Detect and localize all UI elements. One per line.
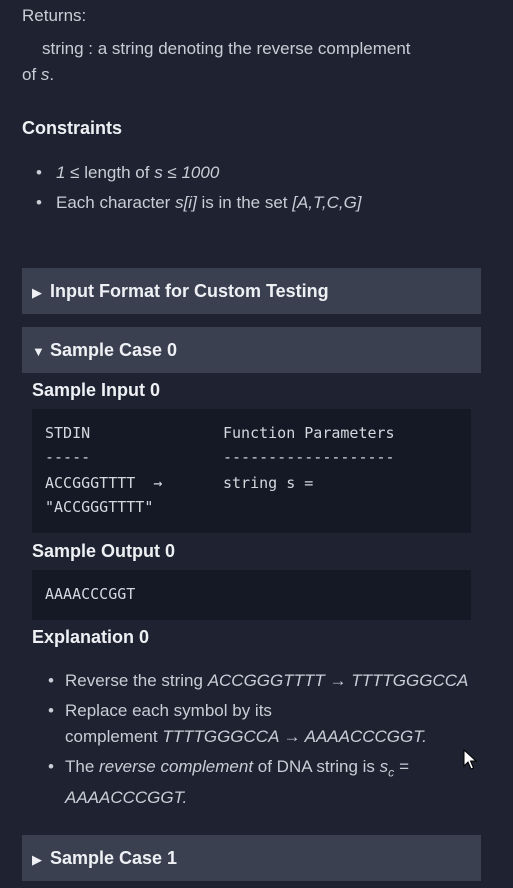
code-cell: "ACCGGGTTTT" — [45, 498, 154, 516]
code-row: ACCGGGTTTT → string s = — [45, 471, 458, 495]
sample-input-heading: Sample Input 0 — [32, 380, 161, 400]
expl-math: = — [394, 757, 409, 776]
returns-description: string : a string denoting the reverse c… — [22, 36, 492, 88]
triangle-right-icon: ▶ — [32, 852, 42, 867]
expl-text: of DNA string is — [253, 757, 380, 776]
returns-of: of — [22, 65, 41, 84]
code-cell: string s = — [223, 474, 314, 492]
explanation-heading: Explanation 0 — [32, 627, 150, 647]
triangle-right-icon: ▶ — [32, 285, 42, 300]
code-cell: AAAACCCGGT — [45, 585, 136, 603]
mouse-cursor-icon — [463, 749, 477, 770]
expl-text: Reverse the string — [65, 671, 208, 690]
constraint-text: Each character — [56, 193, 176, 212]
returns-type: string — [42, 39, 84, 58]
returns-desc: a string denoting the reverse complement — [97, 39, 411, 58]
constraint-item: Each character s[i] is in the set [A,T,C… — [36, 188, 362, 218]
sample-output-heading: Sample Output 0 — [32, 541, 176, 561]
code-cell: ----- — [45, 448, 91, 466]
explanation-list: Reverse the string ACCGGGTTTT → TTTTGGGC… — [48, 668, 478, 815]
accordion-label: Input Format for Custom Testing — [50, 281, 329, 301]
expl-text: The — [65, 757, 100, 776]
expl-math: s — [379, 757, 389, 776]
expl-math: AAAACCCGGT. — [65, 788, 188, 808]
code-cell: ------------------- — [223, 448, 395, 466]
constraint-math: s[i] — [175, 193, 197, 212]
code-cell: ACCGGGTTTT → — [45, 471, 223, 495]
constraint-math: [A,T,C,G] — [292, 193, 362, 212]
expl-math: reverse complement — [99, 757, 254, 776]
explanation-item: The reverse complement of DNA string is … — [48, 754, 478, 811]
code-cell: STDIN — [45, 424, 91, 442]
code-row: STDIN Function Parameters — [45, 421, 458, 445]
expl-text: complement — [65, 727, 163, 746]
expl-math: ACCGGGTTTT → TTTTGGGCCA — [207, 671, 469, 690]
constraint-item: 1 ≤ length of s ≤ 1000 — [36, 158, 362, 188]
constraint-text: length of — [79, 163, 155, 182]
sample-case-0-accordion[interactable]: ▼ Sample Case 0 — [22, 327, 481, 373]
accordion-label: Sample Case 0 — [50, 340, 178, 360]
returns-sep: : — [83, 39, 98, 58]
returns-label: Returns: — [22, 6, 87, 25]
code-row: "ACCGGGTTTT" — [45, 495, 458, 519]
sample-case-1-accordion[interactable]: ▶ Sample Case 1 — [22, 835, 481, 881]
expl-text: Replace each symbol by its — [65, 701, 272, 720]
constraints-list: 1 ≤ length of s ≤ 1000 Each character s[… — [36, 158, 362, 218]
triangle-down-icon: ▼ — [32, 344, 45, 359]
expl-math: TTTTGGGCCA → AAAACCCGGT. — [162, 727, 427, 746]
returns-period: . — [49, 65, 55, 84]
code-row: ----- ------------------- — [45, 445, 458, 469]
explanation-item: Replace each symbol by its complement TT… — [48, 698, 478, 750]
constraint-text: is in the set — [196, 193, 293, 212]
accordion-label: Sample Case 1 — [50, 848, 178, 868]
code-value: ACCGGGTTTT — [45, 474, 136, 492]
sample-input-code: STDIN Function Parameters ----- --------… — [32, 409, 471, 533]
sample-output-code: AAAACCCGGT — [32, 570, 471, 620]
problem-statement: Returns: string : a string denoting the … — [0, 0, 513, 888]
arrow-icon: → — [153, 474, 163, 492]
constraints-heading: Constraints — [22, 118, 123, 138]
constraint-math: 1 ≤ — [56, 163, 80, 182]
code-cell: Function Parameters — [223, 424, 395, 442]
input-format-accordion[interactable]: ▶ Input Format for Custom Testing — [22, 268, 481, 314]
explanation-item: Reverse the string ACCGGGTTTT → TTTTGGGC… — [48, 668, 478, 694]
constraint-math: s ≤ 1000 — [154, 163, 220, 182]
code-row: AAAACCCGGT — [45, 582, 458, 606]
